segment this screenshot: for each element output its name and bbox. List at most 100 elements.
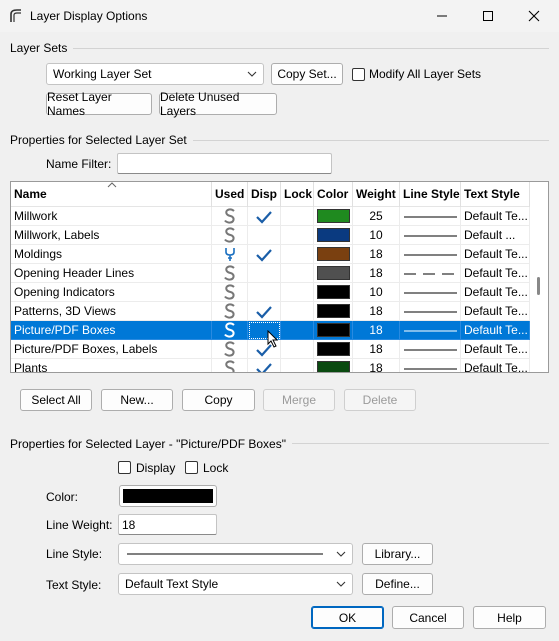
solid-line-icon bbox=[404, 349, 457, 351]
solid-line-preview bbox=[127, 553, 323, 555]
solid-line-icon bbox=[404, 368, 457, 370]
weight-cell: 18 bbox=[353, 264, 400, 283]
weight-cell: 18 bbox=[353, 245, 400, 264]
color-swatch bbox=[317, 323, 350, 337]
select-all-button[interactable]: Select All bbox=[20, 389, 92, 411]
display-cell[interactable] bbox=[248, 302, 281, 321]
lock-cell[interactable] bbox=[281, 302, 314, 321]
modify-all-checkbox[interactable] bbox=[352, 68, 365, 81]
chevron-down-icon bbox=[336, 581, 346, 587]
lock-cell[interactable] bbox=[281, 226, 314, 245]
line-style-cell bbox=[400, 302, 461, 321]
line-style-cell bbox=[400, 321, 461, 340]
column-used[interactable]: Used bbox=[212, 182, 248, 207]
color-cell bbox=[314, 321, 353, 340]
display-cell[interactable] bbox=[248, 359, 281, 372]
name-filter-label: Name Filter: bbox=[46, 157, 112, 171]
lock-cell[interactable] bbox=[281, 321, 314, 340]
solid-line-icon bbox=[404, 292, 457, 294]
ok-button[interactable]: OK bbox=[311, 606, 384, 629]
table-row[interactable]: Opening Header Lines 18 Default Te... bbox=[11, 264, 530, 283]
lock-cell[interactable] bbox=[281, 340, 314, 359]
layer-name-cell: Opening Indicators bbox=[11, 283, 212, 302]
line-style-cell bbox=[400, 359, 461, 372]
layer-name-cell: Plants bbox=[11, 359, 212, 372]
layer-set-dropdown[interactable]: Working Layer Set bbox=[46, 63, 264, 85]
table-scrollbar[interactable] bbox=[530, 182, 548, 372]
lock-checkbox[interactable] bbox=[185, 461, 198, 474]
table-row[interactable]: Millwork 25 Default Te... bbox=[11, 207, 530, 226]
new-layer-button[interactable]: New... bbox=[101, 389, 173, 411]
copy-layer-button[interactable]: Copy bbox=[182, 389, 255, 411]
column-text-style[interactable]: Text Style bbox=[461, 182, 530, 207]
help-button[interactable]: Help bbox=[473, 606, 546, 629]
column-lock[interactable]: Lock bbox=[281, 182, 314, 207]
display-cell[interactable] bbox=[248, 226, 281, 245]
minimize-icon bbox=[437, 15, 447, 17]
layer-name-cell: Picture/PDF Boxes bbox=[11, 321, 212, 340]
used-s-icon bbox=[224, 303, 235, 319]
copy-set-button[interactable]: Copy Set... bbox=[271, 63, 343, 85]
define-button[interactable]: Define... bbox=[362, 573, 433, 595]
solid-line-icon bbox=[404, 235, 457, 237]
weight-cell: 18 bbox=[353, 302, 400, 321]
delete-layer-button[interactable]: Delete bbox=[344, 389, 416, 411]
text-style-dropdown[interactable]: Default Text Style bbox=[118, 573, 353, 595]
lock-cell[interactable] bbox=[281, 264, 314, 283]
color-cell bbox=[314, 359, 353, 372]
merge-layer-button[interactable]: Merge bbox=[263, 389, 335, 411]
column-line-style[interactable]: Line Style bbox=[400, 182, 461, 207]
color-cell bbox=[314, 302, 353, 321]
column-weight[interactable]: Weight bbox=[353, 182, 400, 207]
color-swatch bbox=[317, 209, 350, 223]
display-cell[interactable] bbox=[248, 245, 281, 264]
display-cell[interactable] bbox=[248, 207, 281, 226]
line-style-dropdown[interactable] bbox=[118, 543, 353, 565]
color-cell bbox=[314, 264, 353, 283]
solid-line-icon bbox=[404, 311, 457, 313]
maximize-button[interactable] bbox=[465, 0, 511, 32]
table-row[interactable]: Plants 18 Default Te... bbox=[11, 359, 530, 372]
text-style-cell: Default ... bbox=[461, 226, 530, 245]
reset-layer-names-button[interactable]: Reset Layer Names bbox=[46, 90, 152, 118]
table-row[interactable]: Moldings 18 Default Te... bbox=[11, 245, 530, 264]
name-filter-input[interactable] bbox=[117, 153, 332, 174]
text-style-cell: Default Te... bbox=[461, 207, 530, 226]
display-cell[interactable] bbox=[248, 264, 281, 283]
column-color[interactable]: Color bbox=[314, 182, 353, 207]
layer-name-cell: Opening Header Lines bbox=[11, 264, 212, 283]
layer-name-cell: Millwork, Labels bbox=[11, 226, 212, 245]
used-s-icon bbox=[224, 208, 235, 224]
close-button[interactable] bbox=[511, 0, 557, 32]
mouse-cursor-icon bbox=[267, 330, 279, 348]
used-cell bbox=[212, 359, 248, 372]
minimize-button[interactable] bbox=[419, 0, 465, 32]
lock-cell[interactable] bbox=[281, 359, 314, 372]
line-weight-input[interactable]: 18 bbox=[118, 514, 217, 535]
lock-cell[interactable] bbox=[281, 245, 314, 264]
chevron-down-icon bbox=[336, 551, 346, 557]
lock-cell[interactable] bbox=[281, 207, 314, 226]
delete-unused-layers-button[interactable]: Delete Unused Layers bbox=[159, 90, 277, 118]
table-row[interactable]: Opening Indicators 10 Default Te... bbox=[11, 283, 530, 302]
used-cell bbox=[212, 207, 248, 226]
column-disp[interactable]: Disp bbox=[248, 182, 281, 207]
color-swatch bbox=[123, 489, 213, 503]
lock-cell[interactable] bbox=[281, 283, 314, 302]
table-row[interactable]: Millwork, Labels 10 Default ... bbox=[11, 226, 530, 245]
used-cell bbox=[212, 321, 248, 340]
maximize-icon bbox=[483, 11, 493, 21]
weight-cell: 25 bbox=[353, 207, 400, 226]
color-button[interactable] bbox=[119, 485, 217, 507]
scrollbar-thumb[interactable] bbox=[537, 277, 540, 295]
color-swatch bbox=[317, 285, 350, 299]
table-row[interactable]: Patterns, 3D Views 18 Default Te... bbox=[11, 302, 530, 321]
display-cell[interactable] bbox=[248, 283, 281, 302]
line-style-cell bbox=[400, 283, 461, 302]
library-button[interactable]: Library... bbox=[362, 543, 433, 565]
used-s-icon bbox=[224, 265, 235, 281]
display-checkbox[interactable] bbox=[118, 461, 131, 474]
text-style-cell: Default Te... bbox=[461, 264, 530, 283]
color-swatch bbox=[317, 247, 350, 261]
cancel-button[interactable]: Cancel bbox=[392, 606, 464, 629]
